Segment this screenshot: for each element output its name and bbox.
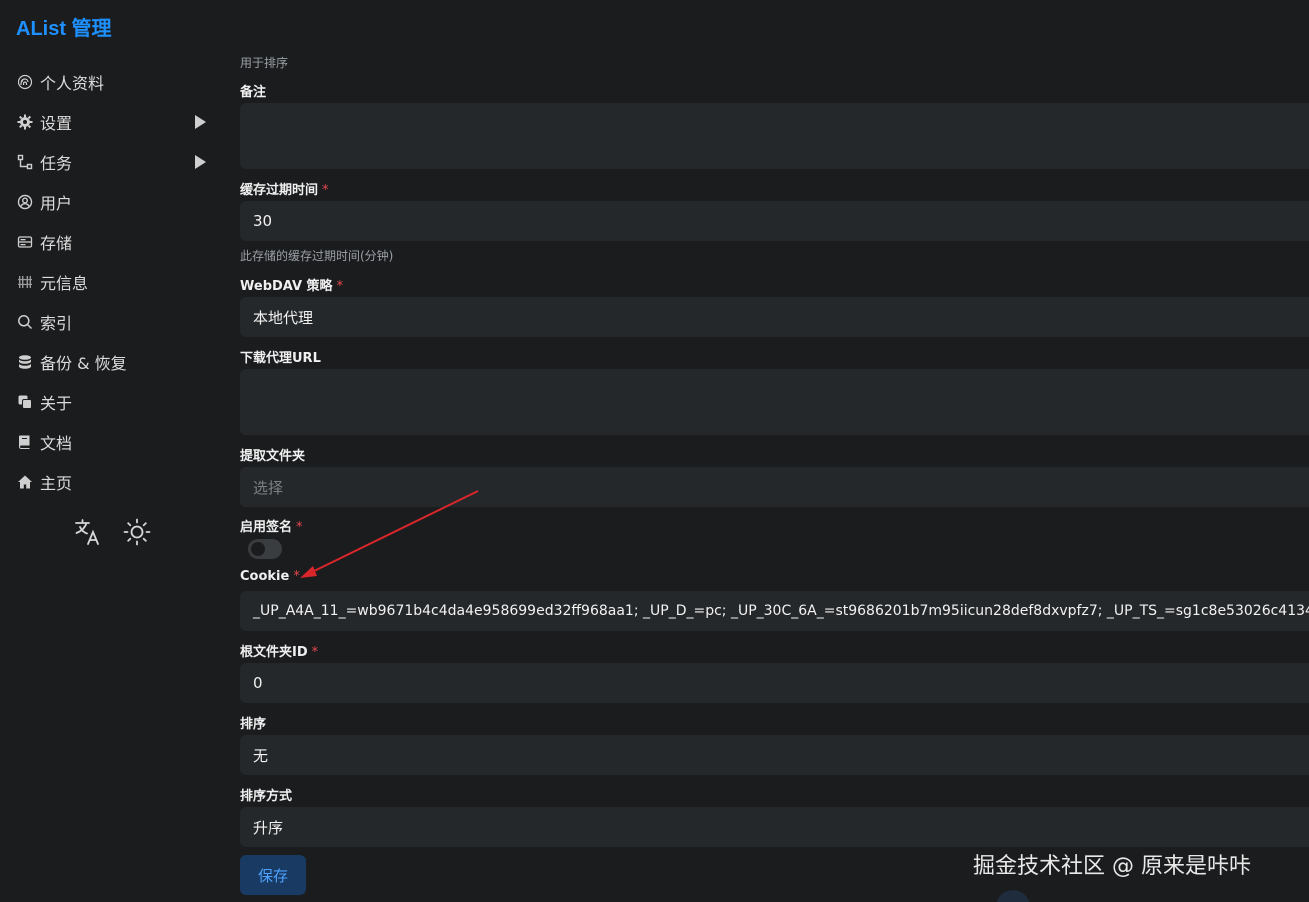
meta-icon — [16, 273, 34, 291]
webdav-policy-select[interactable]: 本地代理 — [240, 297, 1309, 337]
app-title[interactable]: AList 管理 — [16, 12, 112, 41]
database-icon — [16, 353, 34, 371]
book-icon — [16, 433, 34, 451]
sidebar-item-label: 元信息 — [40, 274, 89, 293]
sidebar-item-users[interactable]: 用户 — [0, 182, 222, 222]
tasks-icon — [16, 153, 34, 171]
storage-icon — [16, 233, 34, 251]
save-button[interactable]: 保存 — [240, 855, 306, 895]
storage-edit-form: 用于排序 备注 缓存过期时间 * 30 此存储的缓存过期时间(分钟) WebDAV… — [240, 0, 1309, 902]
cache-expiration-label: 缓存过期时间 * — [240, 183, 329, 198]
remark-label: 备注 — [240, 85, 267, 100]
expand-arrow-icon[interactable] — [195, 155, 206, 169]
sidebar: AList 管理 个人资料 设置 任务 用户 存储 元信息 索引 备份 & 恢复… — [0, 0, 222, 902]
sidebar-item-label: 关于 — [40, 394, 73, 413]
enable-sign-toggle[interactable] — [248, 539, 282, 559]
sidebar-item-label: 用户 — [40, 194, 73, 213]
order-by-select[interactable]: 无 — [240, 735, 1309, 775]
download-proxy-url-textarea[interactable] — [240, 369, 1309, 435]
copy-icon — [16, 393, 34, 411]
sidebar-item-storage[interactable]: 存储 — [0, 222, 222, 262]
cookie-label: Cookie * — [240, 569, 300, 584]
sidebar-item-settings[interactable]: 设置 — [0, 102, 222, 142]
sun-icon[interactable] — [121, 516, 152, 548]
sidebar-item-label: 主页 — [40, 474, 73, 493]
order-help-text: 用于排序 — [240, 56, 289, 70]
sidebar-item-home[interactable]: 主页 — [0, 462, 222, 502]
watermark-text: 掘金技术社区 @ 原来是咔咔 — [973, 854, 1251, 879]
sidebar-item-tasks[interactable]: 任务 — [0, 142, 222, 182]
extract-folder-select[interactable]: 选择 — [240, 467, 1309, 507]
gear-icon — [16, 113, 34, 131]
order-by-label: 排序 — [240, 717, 267, 732]
sidebar-item-meta[interactable]: 元信息 — [0, 262, 222, 302]
user-circle-icon — [16, 193, 34, 211]
home-icon — [16, 473, 34, 491]
sidebar-item-profile[interactable]: 个人资料 — [0, 62, 222, 102]
toggle-knob — [251, 542, 265, 556]
download-proxy-url-label: 下载代理URL — [240, 351, 321, 366]
expand-arrow-icon[interactable] — [195, 115, 206, 129]
fingerprint-icon — [16, 73, 34, 91]
enable-sign-label: 启用签名 * — [240, 520, 303, 535]
cache-expiration-input[interactable]: 30 — [240, 201, 1309, 241]
order-direction-select[interactable]: 升序 — [240, 807, 1309, 847]
root-folder-id-label: 根文件夹ID * — [240, 645, 319, 660]
sidebar-item-label: 存储 — [40, 234, 73, 253]
extract-folder-label: 提取文件夹 — [240, 449, 306, 464]
sidebar-item-label: 个人资料 — [40, 74, 105, 93]
sidebar-item-label: 任务 — [40, 154, 73, 173]
sidebar-tools — [72, 516, 152, 548]
remark-textarea[interactable] — [240, 103, 1309, 169]
sidebar-item-about[interactable]: 关于 — [0, 382, 222, 422]
sidebar-item-backup-restore[interactable]: 备份 & 恢复 — [0, 342, 222, 382]
translate-icon[interactable] — [72, 516, 103, 548]
sidebar-item-label: 文档 — [40, 434, 73, 453]
search-icon — [16, 313, 34, 331]
sidebar-item-label: 设置 — [40, 114, 73, 133]
app-root: AList 管理 个人资料 设置 任务 用户 存储 元信息 索引 备份 & 恢复… — [0, 0, 1309, 902]
sidebar-item-label: 备份 & 恢复 — [40, 354, 127, 373]
root-folder-id-input[interactable]: 0 — [240, 663, 1309, 703]
sidebar-item-index[interactable]: 索引 — [0, 302, 222, 342]
sidebar-item-label: 索引 — [40, 314, 73, 333]
cache-expiration-help: 此存储的缓存过期时间(分钟) — [240, 249, 394, 263]
cookie-input[interactable]: _UP_A4A_11_=wb9671b4c4da4e958699ed32ff96… — [240, 591, 1309, 631]
sidebar-item-docs[interactable]: 文档 — [0, 422, 222, 462]
order-direction-label: 排序方式 — [240, 789, 293, 804]
webdav-policy-label: WebDAV 策略 * — [240, 279, 344, 294]
